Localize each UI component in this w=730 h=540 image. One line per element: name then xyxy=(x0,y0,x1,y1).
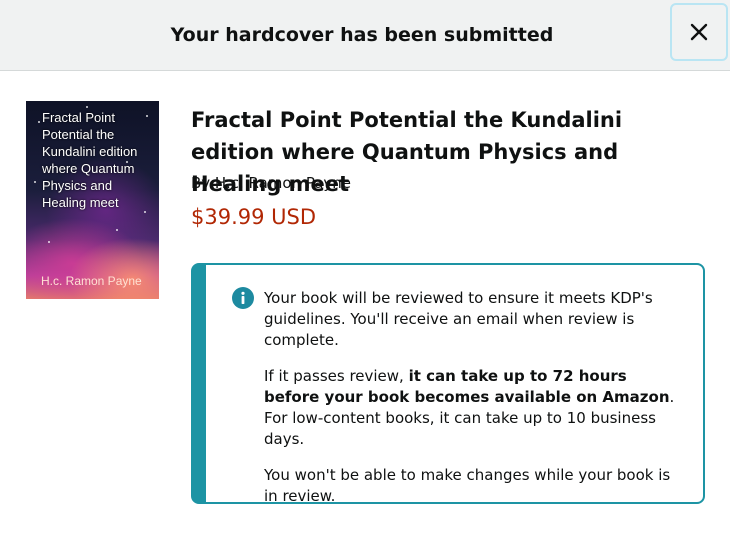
notice-paragraph-locked: You won't be able to make changes while … xyxy=(264,466,671,505)
review-notice-box: Your book will be reviewed to ensure it … xyxy=(191,263,705,505)
modal-header: Your hardcover has been submitted xyxy=(0,0,730,71)
notice-text: Your book will be reviewed to ensure it … xyxy=(264,288,679,522)
close-button[interactable] xyxy=(670,3,728,61)
book-price: $39.99 USD xyxy=(191,205,317,229)
modal-title: Your hardcover has been submitted xyxy=(170,24,554,46)
book-cover-image: Fractal Point Potential the Kundalini ed… xyxy=(26,101,159,299)
info-icon xyxy=(232,287,254,309)
cover-author: H.c. Ramon Payne xyxy=(41,274,142,288)
cover-title: Fractal Point Potential the Kundalini ed… xyxy=(42,110,138,210)
notice-paragraph-timing: If it passes review, it can take up to 7… xyxy=(264,366,679,450)
close-icon xyxy=(690,23,708,41)
notice-timing-pre: If it passes review, xyxy=(264,367,409,385)
notice-paragraph-review: Your book will be reviewed to ensure it … xyxy=(264,289,653,349)
book-author: By H.c. Ramon Payne xyxy=(191,174,352,192)
